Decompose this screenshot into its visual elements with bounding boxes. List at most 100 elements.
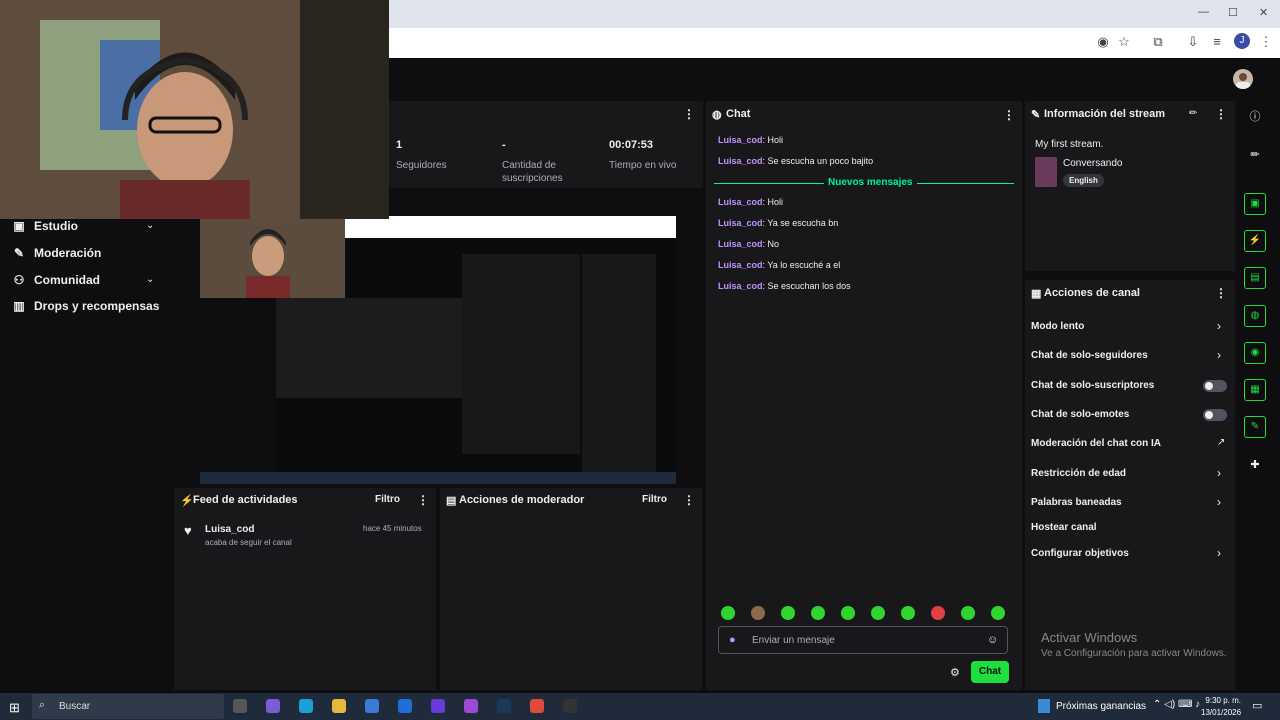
- emote-icon[interactable]: [721, 606, 735, 620]
- chevron-right-icon[interactable]: ›: [1217, 319, 1221, 333]
- emote-icon[interactable]: [901, 606, 915, 620]
- sidebar-item-drops[interactable]: ▥ Drops y recompensas: [12, 299, 159, 313]
- extensions-icon[interactable]: ⧉: [1149, 34, 1167, 50]
- chat-input-placeholder: Enviar un mensaje: [752, 635, 835, 646]
- filter-button[interactable]: Filtro: [375, 494, 400, 505]
- search-icon: ⌕: [39, 699, 46, 711]
- clip-icon[interactable]: ▣: [1244, 193, 1266, 215]
- download-icon[interactable]: ⇩: [1184, 34, 1202, 50]
- taskbar-search[interactable]: ⌕ Buscar: [32, 694, 224, 719]
- category-thumbnail[interactable]: [1035, 157, 1057, 187]
- sidebar-item-comunidad[interactable]: ⚇ Comunidad: [12, 273, 100, 287]
- chevron-right-icon[interactable]: ›: [1217, 546, 1221, 560]
- host-channel-item[interactable]: Hostear canal: [1031, 522, 1097, 533]
- emotes-only-toggle[interactable]: [1203, 409, 1227, 421]
- browser-menu-icon[interactable]: ⋮: [1257, 34, 1275, 50]
- emoji-icon[interactable]: ☺: [987, 634, 998, 646]
- notifications-icon[interactable]: ▭: [1252, 699, 1262, 712]
- chevron-right-icon[interactable]: ›: [1217, 348, 1221, 362]
- store-icon[interactable]: [365, 699, 379, 713]
- chevron-down-icon[interactable]: ⌄: [146, 274, 154, 285]
- minimize-icon[interactable]: —: [1198, 6, 1209, 18]
- chat-message: Luisa_cod: Holi: [718, 197, 784, 207]
- chat-panel: ◍ Chat ⋮ Luisa_cod: Holi Luisa_cod: Se e…: [706, 101, 1022, 690]
- layout-icon[interactable]: ▦: [1244, 379, 1266, 401]
- send-chat-button[interactable]: Chat: [971, 661, 1009, 683]
- filter-button[interactable]: Filtro: [642, 494, 667, 505]
- file-explorer-icon[interactable]: [332, 699, 346, 713]
- external-link-icon[interactable]: ↗: [1217, 437, 1225, 448]
- mic-icon[interactable]: ●: [729, 634, 736, 646]
- chat-icon[interactable]: ◍: [1244, 305, 1266, 327]
- age-restriction-item[interactable]: Restricción de edad: [1031, 468, 1126, 479]
- app-icon[interactable]: [464, 699, 478, 713]
- add-action-icon[interactable]: ✚: [1244, 454, 1266, 476]
- star-icon[interactable]: ☆: [1115, 34, 1133, 50]
- emote-icon[interactable]: [991, 606, 1005, 620]
- gear-icon[interactable]: ⚙: [950, 666, 960, 679]
- stream-preview[interactable]: [200, 216, 676, 484]
- activity-feed-panel: ⚡ Feed de actividades Filtro ⋮ ♥ Luisa_c…: [174, 488, 436, 690]
- more-options-icon[interactable]: ⋮: [1215, 107, 1227, 121]
- chevron-down-icon[interactable]: ⌄: [146, 220, 154, 231]
- emote-icon[interactable]: [811, 606, 825, 620]
- feed-username[interactable]: Luisa_cod: [205, 524, 254, 535]
- app-icon[interactable]: [431, 699, 445, 713]
- taskbar-date: 13/01/2026: [1201, 708, 1242, 717]
- chevron-right-icon[interactable]: ›: [1217, 495, 1221, 509]
- subs-label: Cantidad de suscripciones: [502, 160, 563, 184]
- stream-category[interactable]: Conversando: [1063, 158, 1122, 169]
- more-options-icon[interactable]: ⋮: [683, 107, 695, 121]
- obs-icon[interactable]: [563, 699, 577, 713]
- emote-icon[interactable]: [931, 606, 945, 620]
- system-tray-icons[interactable]: ⌃ ◁) ⌨ ♪: [1153, 699, 1200, 710]
- emote-icon[interactable]: [961, 606, 975, 620]
- preview-webcam: [200, 216, 345, 298]
- browser-profile-avatar[interactable]: J: [1234, 33, 1250, 49]
- user-avatar[interactable]: [1233, 69, 1253, 89]
- maximize-icon[interactable]: ☐: [1228, 6, 1238, 19]
- emotes-only-item[interactable]: Chat de solo-emotes: [1031, 409, 1129, 420]
- goals-item[interactable]: Configurar objetivos: [1031, 548, 1129, 559]
- steam-icon[interactable]: [497, 699, 511, 713]
- close-window-icon[interactable]: ✕: [1259, 6, 1268, 19]
- emote-icon[interactable]: [751, 606, 765, 620]
- slow-mode-item[interactable]: Modo lento: [1031, 321, 1084, 332]
- more-options-icon[interactable]: ⋮: [1003, 108, 1015, 122]
- edge-icon[interactable]: [299, 699, 313, 713]
- windows-start-icon[interactable]: ⊞: [9, 700, 20, 716]
- eye-off-icon[interactable]: ◉: [1094, 34, 1112, 50]
- banned-words-item[interactable]: Palabras baneadas: [1031, 497, 1122, 508]
- sidebar-item-estudio[interactable]: ▣ Estudio: [12, 219, 78, 233]
- document-icon[interactable]: ▤: [1244, 267, 1266, 289]
- channel-actions-title: Acciones de canal: [1044, 287, 1140, 299]
- taskbar-widget-text[interactable]: Próximas ganancias: [1056, 701, 1146, 712]
- pencil-icon[interactable]: ✏: [1244, 144, 1266, 166]
- taskbar-time: 9:30 p. m.: [1205, 696, 1241, 705]
- outlook-icon[interactable]: [398, 699, 412, 713]
- chrome-icon[interactable]: [530, 699, 544, 713]
- emote-icon[interactable]: [871, 606, 885, 620]
- subs-only-item[interactable]: Chat de solo-suscriptores: [1031, 380, 1154, 391]
- sidebar-item-moderacion[interactable]: ✎ Moderación: [12, 246, 101, 260]
- lightning-icon[interactable]: ⚡: [1244, 230, 1266, 252]
- emote-icon[interactable]: [841, 606, 855, 620]
- emote-icon[interactable]: [781, 606, 795, 620]
- wrench-icon[interactable]: ✎: [1244, 416, 1266, 438]
- ai-moderation-item[interactable]: Moderación del chat con IA: [1031, 438, 1161, 449]
- channel-actions-panel: ▦ Acciones de canal ⋮ Modo lento › Chat …: [1025, 280, 1235, 690]
- task-view-icon[interactable]: [233, 699, 247, 713]
- info-icon[interactable]: ⓘ: [1244, 106, 1266, 128]
- subs-only-toggle[interactable]: [1203, 380, 1227, 392]
- copilot-icon[interactable]: [266, 699, 280, 713]
- followers-count: 1: [396, 139, 403, 151]
- chevron-right-icon[interactable]: ›: [1217, 466, 1221, 480]
- pencil-icon[interactable]: ✏: [1189, 108, 1197, 119]
- media-icon[interactable]: ≡: [1208, 34, 1226, 49]
- followers-only-item[interactable]: Chat de solo-seguidores: [1031, 350, 1148, 361]
- more-options-icon[interactable]: ⋮: [417, 493, 429, 507]
- more-options-icon[interactable]: ⋮: [683, 493, 695, 507]
- chat-input[interactable]: ● Enviar un mensaje ☺: [718, 626, 1008, 654]
- more-options-icon[interactable]: ⋮: [1215, 286, 1227, 300]
- broadcast-icon[interactable]: ◉: [1244, 342, 1266, 364]
